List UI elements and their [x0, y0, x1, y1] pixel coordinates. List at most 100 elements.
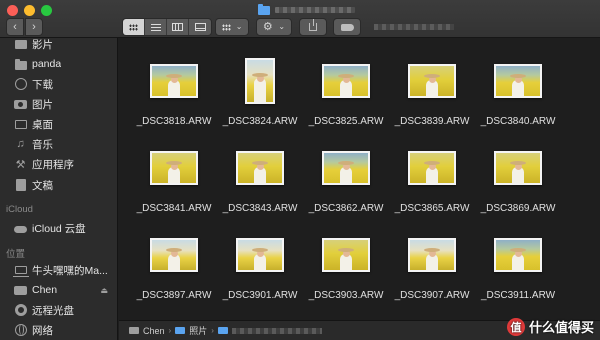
- sidebar-item-label: 牛头嘿嘿的Ma...: [32, 264, 108, 277]
- file-thumbnail-area: [303, 52, 389, 110]
- file-thumbnail-area: [475, 226, 561, 284]
- document-icon: [14, 179, 27, 191]
- sidebar-item-this-mac[interactable]: 牛头嘿嘿的Ma...: [0, 260, 117, 280]
- folder-icon: [175, 327, 186, 334]
- file-thumbnail-area: [131, 139, 217, 197]
- file-thumbnail-area: [475, 139, 561, 197]
- search-input[interactable]: [374, 20, 454, 34]
- file-thumbnail-area: [217, 226, 303, 284]
- file-thumbnail-area: [131, 226, 217, 284]
- sidebar-item-label: 网络: [32, 324, 53, 337]
- sidebar-item-music[interactable]: ♫ 音乐: [0, 134, 117, 154]
- sidebar-item-label: panda: [32, 58, 62, 70]
- file-name: _DSC3840.ARW: [480, 116, 556, 127]
- sidebar-item-documents[interactable]: 文稿: [0, 175, 117, 195]
- file-item[interactable]: _DSC3841.ARW: [131, 139, 217, 221]
- sidebar-item-label: 下载: [32, 78, 53, 91]
- chevron-down-icon: ⌄: [235, 22, 243, 31]
- sidebar-item-label: 应用程序: [32, 158, 74, 171]
- sidebar-item-label: 文稿: [32, 179, 53, 192]
- sidebar-item-pictures[interactable]: 图片: [0, 94, 117, 114]
- close-window-button[interactable]: [7, 5, 18, 16]
- path-separator: ›: [168, 326, 172, 335]
- file-name: _DSC3825.ARW: [308, 116, 384, 127]
- zoom-window-button[interactable]: [41, 5, 52, 16]
- column-view-button[interactable]: [167, 19, 189, 35]
- apps-icon: ⚒: [15, 158, 26, 171]
- sidebar-section-icloud: iCloud: [6, 204, 33, 215]
- back-button[interactable]: ‹: [6, 18, 24, 36]
- sidebar-item-label: 音乐: [32, 138, 53, 151]
- sidebar-item-label: iCloud 云盘: [32, 222, 86, 235]
- path-redacted: [231, 327, 322, 334]
- group-by-button[interactable]: ⌄: [215, 18, 249, 36]
- file-item[interactable]: _DSC3862.ARW: [303, 139, 389, 221]
- file-name: _DSC3901.ARW: [222, 290, 298, 301]
- sidebar-item-remote-disc[interactable]: 远程光盘: [0, 300, 117, 320]
- file-item[interactable]: _DSC3911.ARW: [475, 226, 561, 308]
- file-name: _DSC3839.ARW: [394, 116, 470, 127]
- watermark-badge: 值: [506, 317, 525, 336]
- path-item-chen[interactable]: Chen: [143, 326, 165, 336]
- grid-icon: [129, 23, 138, 31]
- file-item[interactable]: _DSC3903.ARW: [303, 226, 389, 308]
- hdd-icon: [129, 327, 139, 334]
- photo-thumbnail: [408, 151, 456, 185]
- path-item-photos[interactable]: 照片: [189, 324, 207, 337]
- photo-thumbnail: [150, 64, 198, 98]
- camera-icon: [14, 98, 27, 110]
- file-thumbnail-area: [475, 52, 561, 110]
- sidebar-item-chen-drive[interactable]: Chen ⏏: [0, 280, 117, 300]
- icon-view-button[interactable]: [123, 19, 145, 35]
- tags-button[interactable]: [333, 18, 361, 36]
- share-button[interactable]: [299, 18, 327, 36]
- sidebar-item-label: Chen: [32, 284, 58, 296]
- list-icon: [150, 23, 161, 31]
- sidebar-item-network[interactable]: 网络: [0, 320, 117, 340]
- file-item[interactable]: _DSC3843.ARW: [217, 139, 303, 221]
- chevron-right-icon: ›: [32, 20, 36, 33]
- file-name: _DSC3818.ARW: [136, 116, 212, 127]
- sidebar-item-downloads[interactable]: 下载: [0, 74, 117, 94]
- sidebar-item-label: 远程光盘: [32, 304, 74, 317]
- file-item[interactable]: _DSC3865.ARW: [389, 139, 475, 221]
- file-item[interactable]: _DSC3825.ARW: [303, 52, 389, 134]
- sidebar-item-movies[interactable]: 影片: [0, 38, 117, 54]
- sidebar: 影片 panda 下载 图片 桌面 ♫ 音乐 ⚒ 应用程序 文稿 iCloud …: [0, 38, 118, 340]
- share-icon: [309, 19, 317, 31]
- file-item[interactable]: _DSC3818.ARW: [131, 52, 217, 134]
- file-thumbnail-area: [303, 226, 389, 284]
- minimize-window-button[interactable]: [24, 5, 35, 16]
- sidebar-item-panda[interactable]: panda: [0, 54, 117, 74]
- file-item[interactable]: _DSC3907.ARW: [389, 226, 475, 308]
- eject-icon[interactable]: ⏏: [100, 286, 108, 295]
- gear-icon: ⚙: [262, 20, 273, 33]
- photo-thumbnail: [322, 151, 370, 185]
- grid-icon: [221, 23, 231, 31]
- file-item[interactable]: _DSC3839.ARW: [389, 52, 475, 134]
- file-item[interactable]: _DSC3897.ARW: [131, 226, 217, 308]
- photo-thumbnail: [494, 238, 542, 272]
- action-button[interactable]: ⚙ ⌄: [256, 18, 292, 36]
- photo-thumbnail: [408, 64, 456, 98]
- gallery-view-button[interactable]: [189, 19, 211, 35]
- file-thumbnail-area: [389, 226, 475, 284]
- chevron-left-icon: ‹: [13, 20, 17, 33]
- file-name: _DSC3862.ARW: [308, 203, 384, 214]
- file-name: _DSC3903.ARW: [308, 290, 384, 301]
- sidebar-item-icloud-drive[interactable]: iCloud 云盘: [0, 218, 117, 238]
- watermark-text: 什么值得买: [528, 320, 594, 335]
- file-item[interactable]: _DSC3901.ARW: [217, 226, 303, 308]
- sidebar-item-applications[interactable]: ⚒ 应用程序: [0, 154, 117, 174]
- file-item[interactable]: _DSC3840.ARW: [475, 52, 561, 134]
- forward-button[interactable]: ›: [25, 18, 43, 36]
- sidebar-item-label: 影片: [32, 38, 53, 51]
- file-name: _DSC3841.ARW: [136, 203, 212, 214]
- list-view-button[interactable]: [145, 19, 167, 35]
- sidebar-item-desktop[interactable]: 桌面: [0, 114, 117, 134]
- file-thumbnail-area: [131, 52, 217, 110]
- file-name: _DSC3843.ARW: [222, 203, 298, 214]
- file-item[interactable]: _DSC3824.ARW: [217, 52, 303, 134]
- desktop-icon: [14, 118, 27, 130]
- file-item[interactable]: _DSC3869.ARW: [475, 139, 561, 221]
